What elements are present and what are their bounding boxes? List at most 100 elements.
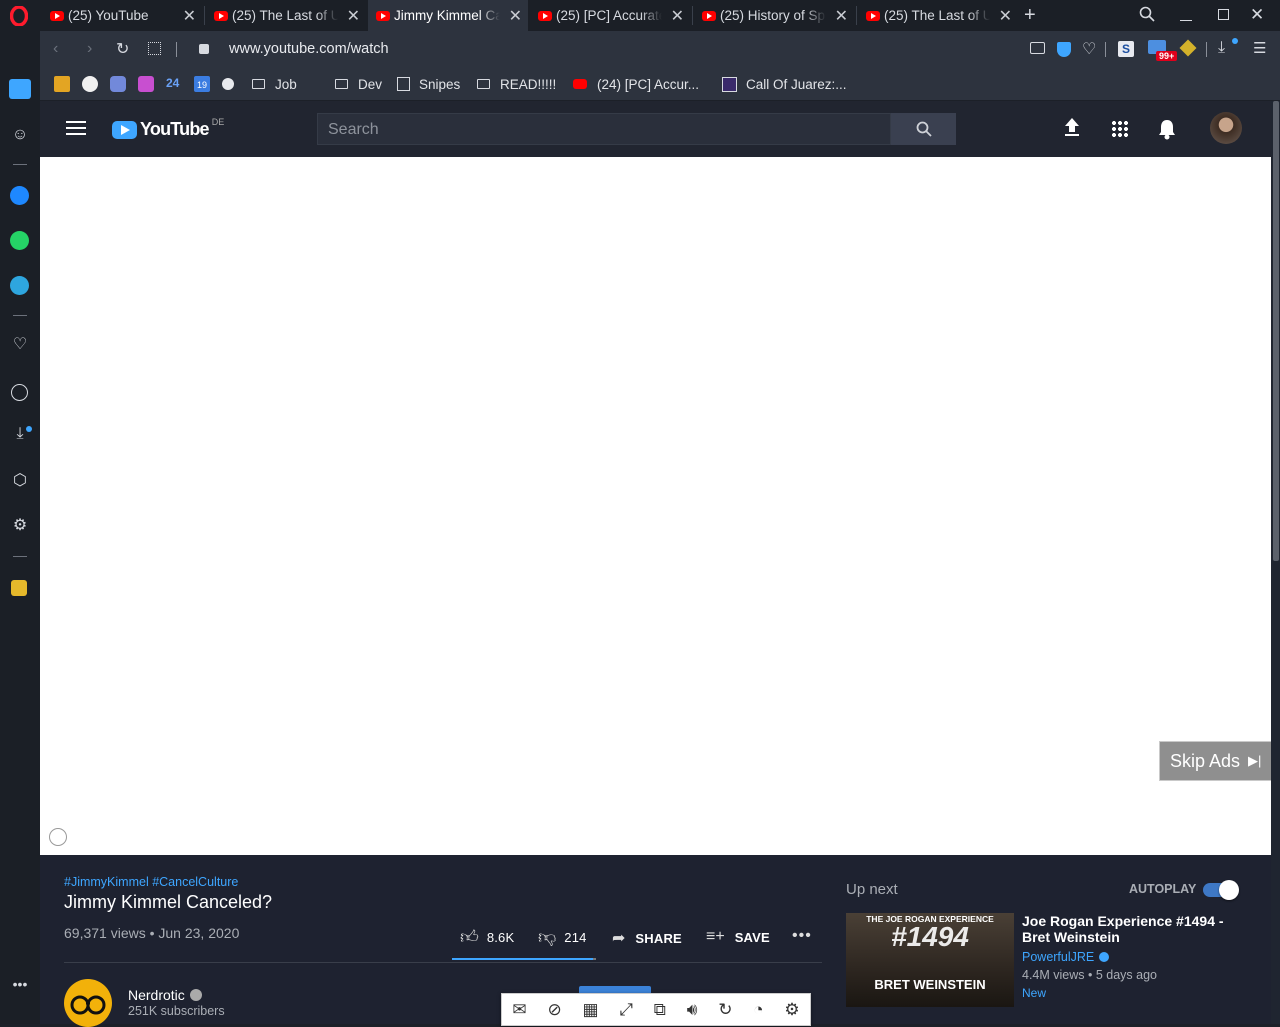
tab-youtube-4[interactable]: (25) [PC] Accurate ✕ — [530, 0, 690, 31]
bookmark-favicon[interactable] — [222, 78, 234, 90]
bookmark-dev[interactable]: Dev — [335, 68, 382, 100]
notifications-bell-icon[interactable] — [1157, 118, 1177, 145]
close-tab-icon[interactable]: ✕ — [671, 6, 684, 26]
minimize-button[interactable] — [1180, 20, 1192, 21]
up-next-channel[interactable]: PowerfulJRE — [1022, 950, 1110, 964]
bookmark-favicon[interactable] — [54, 76, 70, 92]
youtube-icon — [50, 10, 64, 21]
autoplay-toggle[interactable] — [1203, 880, 1239, 900]
youtube-icon — [538, 10, 552, 21]
dislike-button[interactable]: 👎︎ 214 — [538, 926, 587, 948]
tab-youtube-6[interactable]: (25) The Last of Us ✕ — [858, 0, 1018, 31]
share-icon: ➦ — [612, 930, 626, 947]
folder-icon — [335, 79, 348, 89]
back-icon[interactable]: ‹ — [53, 40, 58, 58]
emoji-icon[interactable]: ☺ — [10, 125, 30, 145]
extension-pencil-icon[interactable] — [1179, 39, 1197, 57]
bookmark-favicon[interactable] — [138, 76, 154, 92]
youtube-icon — [214, 10, 228, 21]
expand-icon[interactable]: ⤢ — [619, 1000, 633, 1020]
bookmark-call-of-juarez[interactable]: Call Of Juarez:... — [722, 68, 847, 100]
search-button[interactable] — [891, 113, 956, 145]
downloads-icon[interactable]: ⤓ — [1218, 39, 1225, 57]
tab-youtube-2[interactable]: (25) The Last of Us ✕ — [206, 0, 366, 31]
thumbs-down-icon: 👎︎ — [538, 927, 557, 947]
heart-icon[interactable]: ♡ — [10, 335, 30, 355]
replay-icon[interactable]: ↻ — [718, 1000, 732, 1020]
up-next-title[interactable]: Joe Rogan Experience #1494 - Bret Weinst… — [1022, 913, 1232, 945]
easy-setup-icon[interactable]: ☰ — [1253, 39, 1266, 57]
avatar[interactable] — [1210, 112, 1242, 144]
tab-youtube-5[interactable]: (25) History of Sp ✕ — [694, 0, 854, 31]
volume-icon[interactable]: 🔊︎ — [687, 1000, 698, 1020]
extension-s-icon[interactable]: S — [1118, 41, 1134, 57]
copy-icon[interactable]: ⧉ — [654, 1000, 666, 1020]
tips-icon[interactable] — [11, 580, 27, 596]
bookmark-favicon[interactable] — [82, 76, 98, 92]
save-button[interactable]: ≡+ SAVE — [706, 928, 770, 946]
upload-icon[interactable] — [1062, 115, 1082, 142]
bookmark-read[interactable]: READ!!!!! — [477, 68, 556, 100]
tab-active[interactable]: Jimmy Kimmel Canceled? ✕ — [368, 0, 528, 31]
loading-spinner — [49, 828, 67, 846]
youtube-icon — [573, 79, 587, 89]
mail-icon[interactable]: ✉ — [512, 1000, 526, 1020]
favorite-heart-icon[interactable]: ♡ — [1082, 39, 1096, 59]
hashtags[interactable]: #JimmyKimmel #CancelCulture — [64, 875, 238, 889]
address-bar: ‹ › ↻ www.youtube.com/watch ♡ S 99+ ⤓ ☰ — [40, 31, 1280, 68]
speed-icon[interactable]: ◔ — [753, 1000, 763, 1020]
gears-icon[interactable]: ⚙ — [784, 1000, 799, 1020]
telegram-icon[interactable] — [10, 276, 29, 295]
scrollbar-thumb[interactable] — [1273, 101, 1279, 561]
close-tab-icon[interactable]: ✕ — [509, 6, 522, 26]
bookmark-snipes[interactable]: Snipes — [397, 68, 460, 100]
reload-icon[interactable]: ↻ — [116, 39, 129, 59]
messenger-icon[interactable] — [10, 186, 29, 205]
bookmark-pc-accurate[interactable]: (24) [PC] Accur... — [573, 68, 699, 100]
channel-name[interactable]: Nerdrotic — [128, 987, 202, 1003]
channel-avatar[interactable] — [64, 979, 112, 1027]
close-window-button[interactable]: ✕ — [1250, 5, 1264, 25]
restore-button[interactable] — [1218, 9, 1229, 20]
more-icon[interactable]: ••• — [10, 974, 30, 994]
scrollbar[interactable] — [1271, 101, 1280, 1024]
apps-icon[interactable] — [1111, 120, 1129, 138]
bookmark-job[interactable]: Job — [252, 68, 297, 100]
extensions-icon[interactable]: ⬡ — [10, 471, 30, 491]
search-input[interactable]: Search — [317, 113, 891, 145]
share-button[interactable]: ➦ SHARE — [612, 928, 682, 948]
tab-grid-icon[interactable] — [148, 42, 161, 55]
search-tabs-icon[interactable] — [1139, 6, 1155, 27]
close-tab-icon[interactable]: ✕ — [183, 6, 196, 26]
adblock-shield-icon[interactable] — [1057, 42, 1071, 57]
block-icon[interactable]: ⊘ — [547, 1000, 561, 1020]
video-player[interactable]: Skip Ads ▶| — [40, 157, 1272, 855]
close-tab-icon[interactable]: ✕ — [347, 6, 360, 26]
bookmark-favicon[interactable]: 24 — [166, 76, 179, 90]
film-icon[interactable]: ▦ — [582, 1000, 598, 1020]
opera-menu-icon[interactable] — [9, 5, 29, 27]
new-tab-button[interactable]: + — [1024, 4, 1036, 27]
search-icon — [916, 121, 932, 137]
hamburger-menu-icon[interactable] — [66, 121, 86, 135]
whatsapp-icon[interactable] — [10, 231, 29, 250]
calendar-icon[interactable]: 19 — [194, 76, 210, 92]
up-next-thumbnail[interactable]: THE JOE ROGAN EXPERIENCE #1494 BRET WEIN… — [846, 913, 1014, 1007]
close-tab-icon[interactable]: ✕ — [999, 6, 1012, 26]
close-tab-icon[interactable]: ✕ — [835, 6, 848, 26]
playlist-add-icon: ≡+ — [706, 928, 725, 945]
like-button[interactable]: 👍︎ 8.6K — [460, 926, 514, 948]
skip-ads-button[interactable]: Skip Ads ▶| — [1159, 741, 1272, 781]
more-actions-icon[interactable]: ••• — [792, 927, 812, 945]
snapshot-icon[interactable] — [1030, 42, 1045, 54]
url-field[interactable]: www.youtube.com/watch — [229, 41, 389, 57]
tab-youtube-1[interactable]: (25) YouTube ✕ — [42, 0, 202, 31]
discord-icon[interactable] — [110, 76, 126, 92]
youtube-logo[interactable]: YouTube DE — [112, 117, 224, 140]
like-ratio-fill — [452, 958, 593, 960]
view-count: 69,371 views • Jun 23, 2020 — [64, 925, 240, 941]
history-icon[interactable] — [11, 384, 28, 401]
forward-icon[interactable]: › — [87, 40, 92, 58]
workspace-icon[interactable] — [9, 79, 31, 99]
settings-icon[interactable]: ⚙ — [10, 516, 30, 536]
